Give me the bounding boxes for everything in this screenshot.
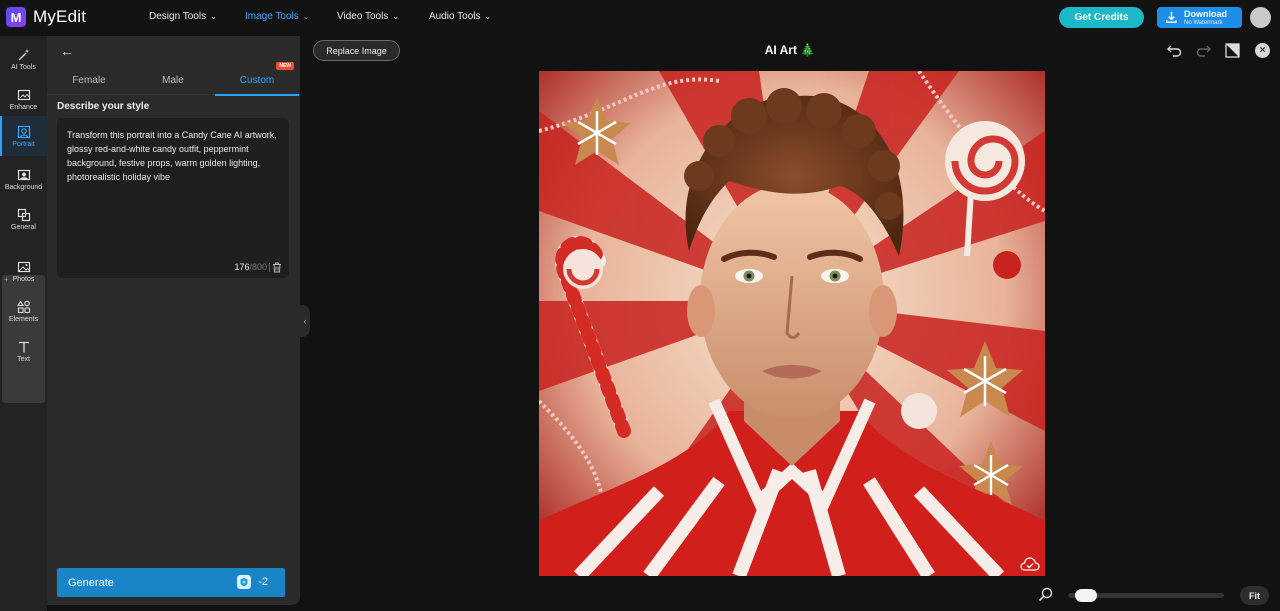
rail-label: Background (4, 183, 43, 191)
prompt-text[interactable]: Transform this portrait into a Candy Can… (67, 128, 279, 184)
rail-label: Photos (12, 275, 35, 283)
style-prompt-textarea[interactable]: Transform this portrait into a Candy Can… (57, 118, 289, 278)
rail-item-photos[interactable]: Photos (0, 251, 47, 291)
rail-item-text[interactable]: Text (0, 331, 47, 371)
replace-image-button[interactable]: Replace Image (313, 40, 400, 61)
tab-label: Custom (239, 75, 275, 86)
result-image (539, 71, 1045, 576)
trash-icon[interactable] (272, 262, 282, 273)
avatar[interactable] (1250, 7, 1271, 28)
portrait-icon (17, 125, 30, 138)
download-button[interactable]: Download No Watermark (1157, 7, 1242, 28)
nav-label: Video Tools (337, 11, 389, 22)
new-badge: NEW (276, 62, 294, 70)
rail-item-elements[interactable]: Elements (0, 291, 47, 331)
redo-icon[interactable] (1195, 42, 1212, 59)
zoom-icon[interactable] (1038, 587, 1053, 602)
collapse-panel-handle[interactable]: ‹ (300, 305, 310, 337)
download-label: Download (1184, 8, 1227, 19)
close-button[interactable]: × (1255, 43, 1270, 58)
app-logo[interactable]: M MyEdit (6, 7, 86, 27)
chevron-left-icon: ‹ (303, 316, 307, 326)
undo-icon[interactable] (1166, 42, 1183, 59)
zoom-slider-handle[interactable] (1074, 589, 1097, 602)
chevron-down-icon: ⌄ (302, 12, 310, 21)
left-rail: AI Tools Enhance Portrait Background Gen… (0, 36, 47, 611)
logo-mark-icon: M (6, 7, 26, 27)
style-panel: ← Female Male Custom NEW Describe your s… (47, 36, 300, 605)
enhance-image-icon (17, 89, 30, 100)
rail-item-enhance[interactable]: Enhance (0, 79, 47, 119)
photos-icon (17, 261, 30, 272)
canvas-title-text: AI Art (764, 43, 797, 57)
generate-cost: -2 (237, 575, 268, 589)
background-icon (17, 169, 30, 180)
nav-label: Design Tools (149, 11, 207, 22)
nav-image-tools[interactable]: Image Tools ⌄ (245, 11, 309, 22)
chevron-down-icon: ⌄ (392, 12, 400, 21)
chevron-down-icon: ⌄ (484, 12, 492, 21)
app-name: MyEdit (33, 7, 87, 26)
gender-tabs: Female Male Custom NEW (47, 62, 300, 96)
rail-label: AI Tools (11, 63, 36, 71)
nav-video-tools[interactable]: Video Tools ⌄ (337, 11, 399, 22)
nav-design-tools[interactable]: Design Tools ⌄ (149, 11, 217, 22)
char-count-max: /800 (249, 262, 267, 272)
rail-label: Elements (8, 315, 39, 323)
tab-female[interactable]: Female (47, 66, 131, 95)
tree-emoji: 🎄 (800, 43, 816, 57)
section-title: Describe your style (57, 101, 150, 112)
chevron-down-icon: ⌄ (210, 12, 217, 21)
rail-item-ai-tools[interactable]: AI Tools (0, 39, 47, 79)
rail-label: Text (17, 355, 30, 363)
rail-item-general[interactable]: General (0, 199, 47, 239)
generate-label: Generate (68, 576, 114, 589)
text-icon (18, 341, 29, 352)
nav-label: Audio Tools (429, 11, 481, 22)
cost-value: -2 (258, 576, 268, 588)
download-icon (1166, 11, 1177, 23)
rail-label: Portrait (12, 140, 35, 148)
char-count-current: 176 (234, 262, 250, 272)
tab-label: Female (72, 75, 106, 86)
rail-label: Enhance (9, 103, 38, 111)
cloud-saved-icon[interactable] (1020, 557, 1040, 571)
nav-audio-tools[interactable]: Audio Tools ⌄ (429, 11, 491, 22)
top-bar: M MyEdit Design Tools ⌄ Image Tools ⌄ Vide… (0, 0, 1280, 36)
fit-button[interactable]: Fit (1240, 586, 1269, 605)
char-counter: 176/800 (234, 262, 267, 272)
nav-label: Image Tools (245, 11, 299, 22)
credit-icon (237, 575, 252, 589)
general-icon (17, 208, 30, 221)
divider (269, 263, 270, 272)
rail-label: General (11, 223, 36, 231)
rail-item-background[interactable]: Background (0, 159, 47, 199)
canvas-title: AI Art 🎄 (740, 43, 840, 57)
get-credits-button[interactable]: Get Credits (1059, 7, 1144, 28)
download-sublabel: No Watermark (1184, 19, 1223, 26)
generate-button[interactable]: Generate -2 (57, 568, 285, 597)
tab-male[interactable]: Male (131, 66, 215, 95)
compare-icon[interactable] (1224, 42, 1241, 59)
elements-icon (16, 299, 30, 313)
rail-item-portrait[interactable]: Portrait (0, 116, 47, 156)
tab-custom[interactable]: Custom NEW (215, 62, 299, 96)
magic-wand-icon (18, 48, 29, 60)
tab-label: Male (162, 75, 184, 86)
close-icon: × (1259, 45, 1266, 56)
candy-cane-portrait-image (539, 71, 1045, 576)
back-arrow-icon[interactable]: ← (60, 43, 74, 59)
